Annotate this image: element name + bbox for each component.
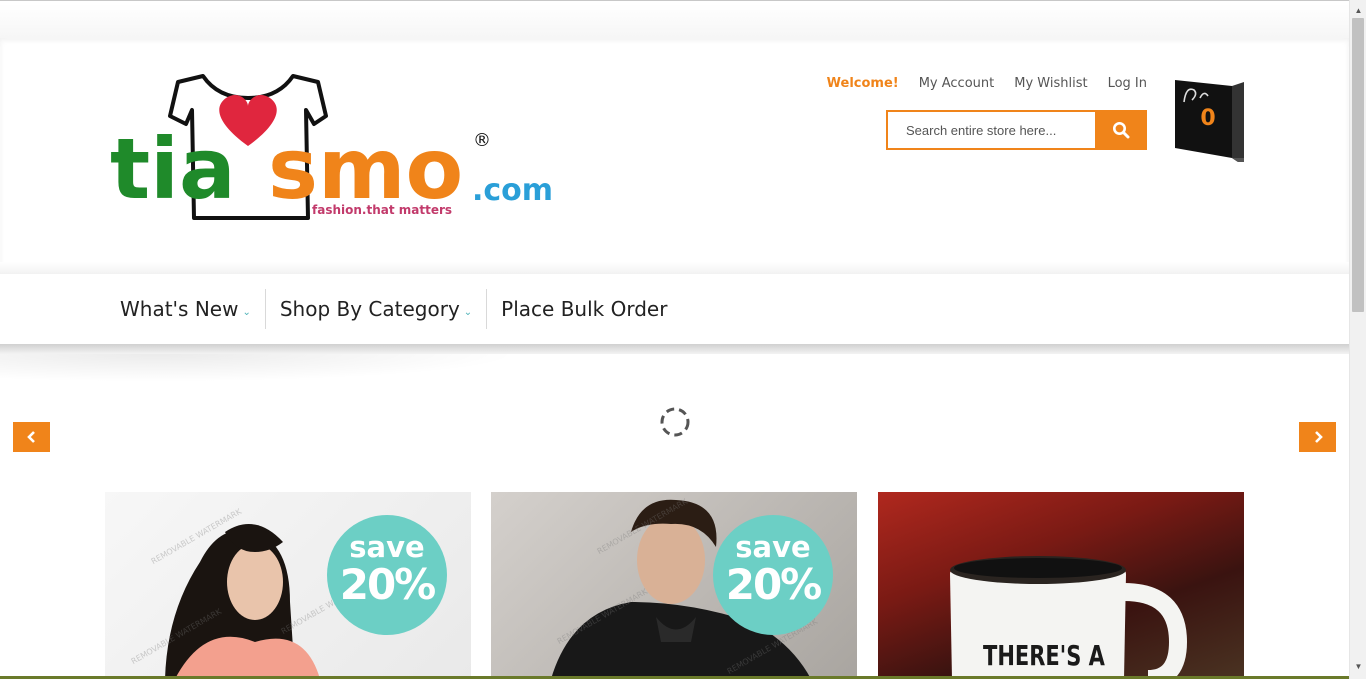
scroll-down-arrow-icon[interactable]: ▼ xyxy=(1350,660,1366,674)
nav-item-label: Place Bulk Order xyxy=(501,297,668,321)
promo-banner-mug[interactable]: THERE'S A xyxy=(878,492,1244,679)
slider-prev-button[interactable] xyxy=(13,422,50,452)
welcome-message: Welcome! xyxy=(826,76,899,91)
chevron-right-icon xyxy=(1314,431,1323,443)
my-wishlist-link[interactable]: My Wishlist xyxy=(1014,76,1087,91)
browser-viewport: { "brand": { "logo_text_green": "tia", "… xyxy=(0,0,1366,679)
search-button[interactable] xyxy=(1095,110,1147,150)
mug-print-text: THERE'S A xyxy=(983,639,1105,672)
cart-button[interactable]: 0 xyxy=(1172,78,1248,164)
nav-item-label: What's New xyxy=(120,297,239,321)
logo-registered-mark: ® xyxy=(473,130,491,151)
nav-item-whats-new[interactable]: What's New ⌄ xyxy=(106,289,266,329)
logo-graphic: tia smo ® .com fashion.that matters xyxy=(110,74,553,220)
cart-count: 0 xyxy=(1200,106,1216,131)
scroll-up-arrow-icon[interactable]: ▲ xyxy=(1350,4,1366,18)
spinner-icon xyxy=(660,407,690,437)
vertical-scrollbar[interactable]: ▲ ▼ xyxy=(1349,0,1366,679)
search-form xyxy=(886,110,1147,150)
discount-badge: save 20% xyxy=(327,515,447,635)
slider-next-button[interactable] xyxy=(1299,422,1336,452)
badge-percent-text: 20% xyxy=(725,560,823,609)
chevron-down-icon: ⌄ xyxy=(242,306,251,318)
badge-percent-text: 20% xyxy=(339,560,437,609)
nav-item-place-bulk-order[interactable]: Place Bulk Order xyxy=(487,289,681,329)
logo-domain-text: .com xyxy=(472,173,553,208)
nav-item-label: Shop By Category xyxy=(279,297,460,321)
nav-shadow-glow xyxy=(0,354,520,382)
header-top-band xyxy=(0,4,1349,38)
badge-save-text: save xyxy=(349,530,425,564)
site-logo[interactable]: tia smo ® .com fashion.that matters xyxy=(108,68,553,228)
chevron-left-icon xyxy=(26,431,35,443)
nav-item-shop-by-category[interactable]: Shop By Category ⌄ xyxy=(266,289,488,329)
header-top-links: Welcome! My Account My Wishlist Log In xyxy=(827,76,1147,91)
my-account-link[interactable]: My Account xyxy=(919,76,995,91)
nav-menu: What's New ⌄ Shop By Category ⌄ Place Bu… xyxy=(106,289,681,329)
log-in-link[interactable]: Log In xyxy=(1108,76,1147,91)
discount-badge: save 20% xyxy=(713,515,833,635)
logo-tagline-text: fashion.that matters xyxy=(312,203,452,217)
nav-shadow xyxy=(0,344,1349,354)
header-bottom-band xyxy=(0,262,1349,274)
search-input[interactable] xyxy=(886,110,1095,150)
logo-tia-text: tia xyxy=(110,120,236,218)
promo-banner-women[interactable]: REMOVABLE WATERMARK REMOVABLE WATERMARK … xyxy=(105,492,471,679)
scrollbar-thumb[interactable] xyxy=(1352,18,1364,312)
badge-save-text: save xyxy=(735,530,811,564)
promo-banner-men[interactable]: REMOVABLE WATERMARK REMOVABLE WATERMARK … xyxy=(491,492,857,679)
chevron-down-icon: ⌄ xyxy=(463,306,473,318)
browser-top-border xyxy=(0,0,1349,3)
search-icon xyxy=(1113,122,1130,139)
